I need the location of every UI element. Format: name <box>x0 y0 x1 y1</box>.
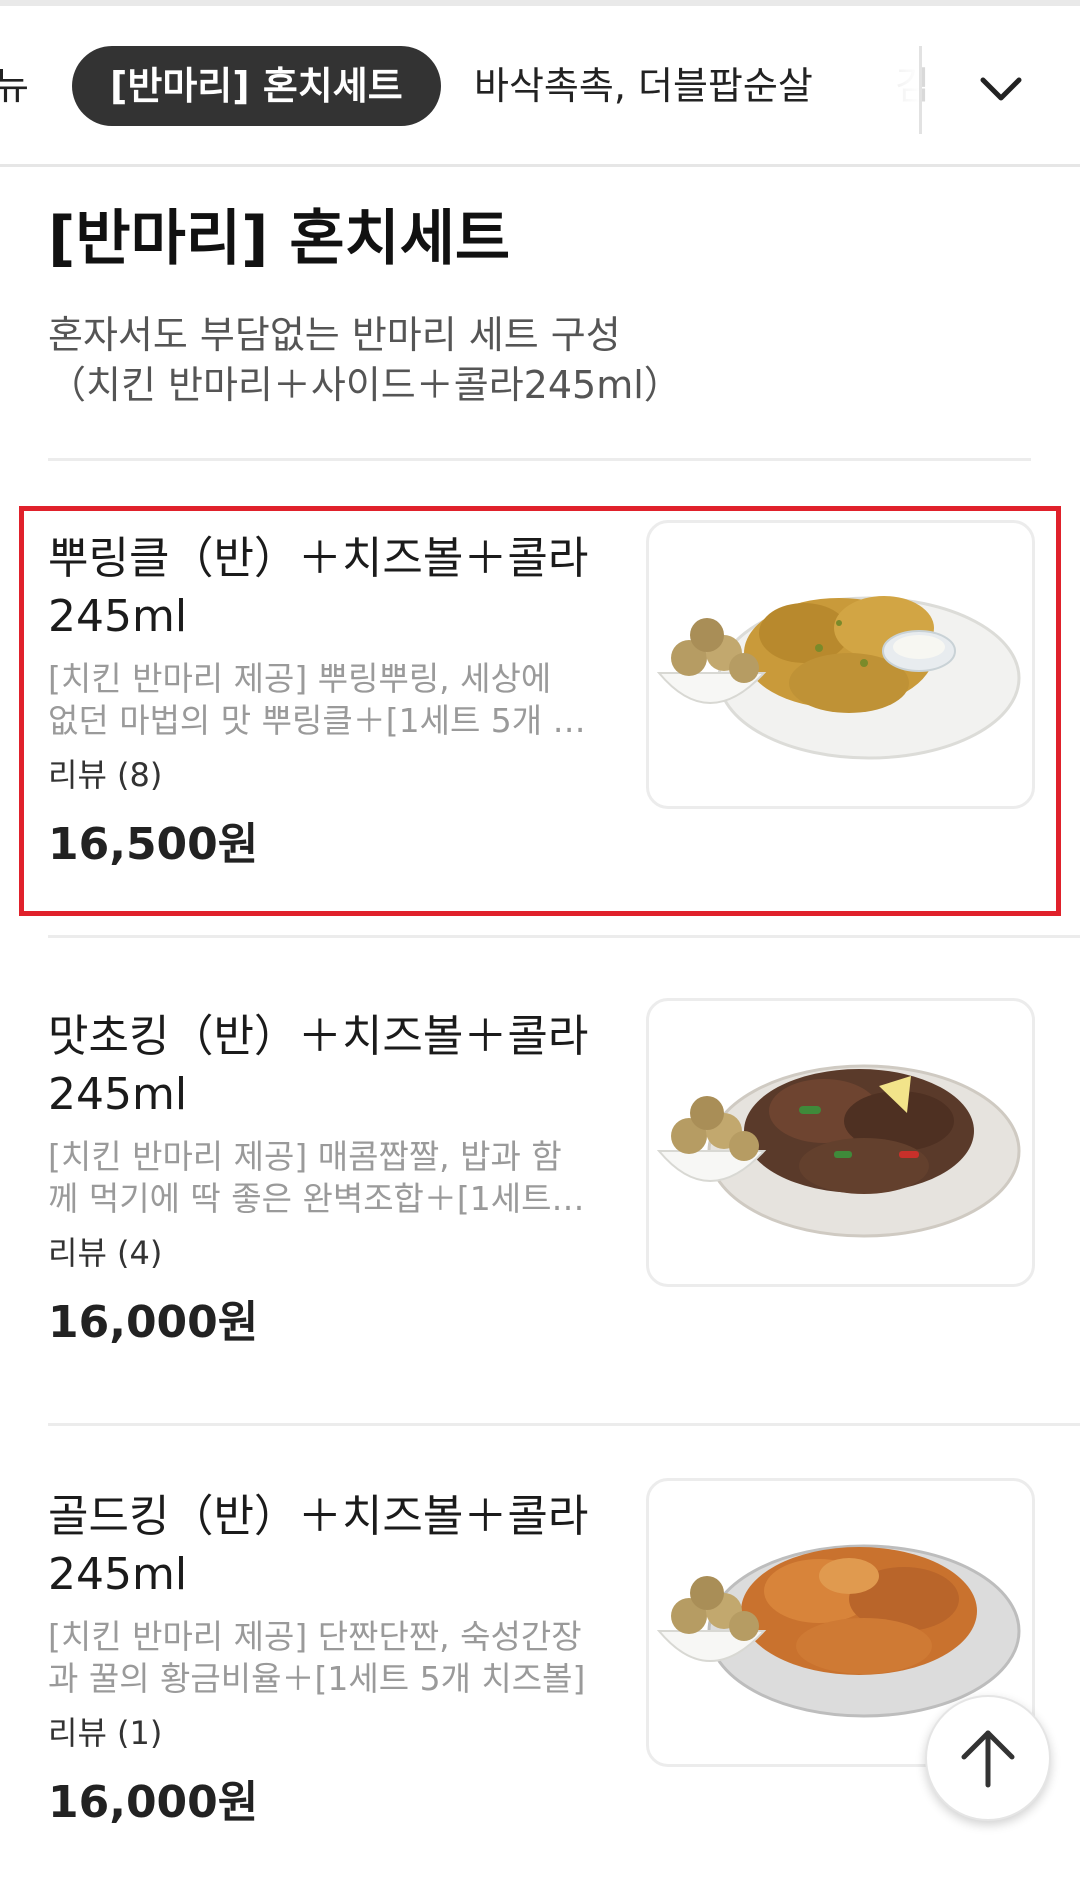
product-description: [치킨 반마리 제공] 매콤짭짤, 밥과 함께 먹기에 딱 좋은 완벽조합＋[1… <box>48 1137 583 1218</box>
product-review-count[interactable]: 리뷰 (1) <box>48 1708 162 1754</box>
section-title: [반마리] 혼치세트 <box>48 204 511 274</box>
section-description-line1: 혼자서도 부담없는 반마리 세트 구성 <box>48 313 621 357</box>
tab-crispy-double-pop[interactable]: 바삭촉촉, 더블팝순살 <box>474 46 813 126</box>
selected-product-highlight <box>19 506 1061 916</box>
product-name: 골드킹（반）＋치즈볼＋콜라245ml <box>48 1491 589 1600</box>
product-image[interactable] <box>646 998 1035 1287</box>
chevron-down-icon <box>980 77 1022 101</box>
product-review-count[interactable]: 리뷰 (4) <box>48 1228 162 1274</box>
product-card[interactable]: 골드킹（반）＋치즈볼＋콜라245ml [치킨 반마리 제공] 단짠단짠, 숙성간… <box>48 1478 1035 1888</box>
section-description-line2: （치킨 반마리＋사이드＋콜라245ml） <box>48 363 682 407</box>
scroll-to-top-button[interactable] <box>925 1695 1051 1821</box>
product-description: [치킨 반마리 제공] 단짠단짠, 숙성간장과 꿀의 황금비율＋[1세트 5개 … <box>48 1617 586 1698</box>
section-divider <box>48 458 1031 461</box>
product-card[interactable]: 맛초킹（반）＋치즈볼＋콜라245ml [치킨 반마리 제공] 매콤짭짤, 밥과 … <box>48 998 1035 1408</box>
tab-previous-partial[interactable]: 뉴 <box>0 46 29 126</box>
section-description: 혼자서도 부담없는 반마리 세트 구성 （치킨 반마리＋사이드＋콜라245ml） <box>48 310 1008 410</box>
arrow-up-icon <box>961 1730 1015 1788</box>
product-price: 16,000원 <box>48 1297 259 1348</box>
category-tab-bar[interactable]: 뉴 [반마리] 혼치세트 바삭촉촉, 더블팝순살 김 <box>0 6 1080 167</box>
tab-half-chicken-set[interactable]: [반마리] 혼치세트 <box>72 46 441 126</box>
tab-fade-overlay <box>850 6 920 164</box>
product-price: 16,000원 <box>48 1777 259 1828</box>
product-name: 맛초킹（반）＋치즈볼＋콜라245ml <box>48 1011 589 1120</box>
tab-divider <box>919 46 922 134</box>
expand-categories-button[interactable] <box>960 48 1042 130</box>
product-divider <box>48 935 1080 938</box>
product-divider <box>48 1423 1080 1426</box>
chicken-dish-image <box>656 1064 1021 1238</box>
